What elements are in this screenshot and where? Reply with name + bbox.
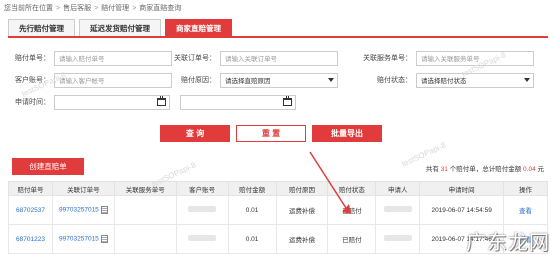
col-header: 申请人 — [375, 181, 421, 196]
col-header: 申请时间 — [419, 181, 505, 196]
order-no-label: 关联订单号： — [174, 55, 216, 62]
calendar-icon[interactable] — [283, 96, 292, 106]
annotation-arrow-icon — [309, 151, 351, 214]
tab-merchant-direct-compensation[interactable]: 商家直赔管理 — [165, 19, 232, 36]
query-button[interactable]: 查 询 — [160, 125, 230, 142]
compensation-no-label: 赔付单号： — [15, 55, 50, 62]
time-cell: 2019-06-07 14:54:59 — [419, 195, 505, 225]
export-button[interactable]: 批量导出 — [312, 125, 382, 142]
breadcrumb-item[interactable]: 售后客服 — [63, 3, 91, 13]
breadcrumb-item: 商家直赔查询 — [139, 5, 182, 12]
reason-label: 赔付原因： — [181, 77, 216, 84]
redacted-account — [188, 206, 217, 212]
col-header: 客户账号 — [175, 181, 229, 196]
redacted-applicant — [383, 235, 412, 241]
status-cell: 已赔付 — [327, 224, 377, 254]
chevron-down-icon — [328, 78, 334, 82]
status-label: 赔付状态： — [377, 77, 412, 84]
apply-time-start-input[interactable] — [54, 94, 170, 110]
service-no-cell — [113, 195, 177, 225]
view-link[interactable]: 查看 — [519, 208, 532, 215]
amount-cell: 0.01 — [227, 224, 277, 254]
col-header: 关联服务单号 — [113, 181, 177, 196]
customer-account-input[interactable]: 请输入客户帐号 — [54, 72, 172, 88]
compensation-no-input[interactable]: 请输入赔付单号 — [54, 50, 172, 66]
reset-button[interactable]: 重 置 — [236, 125, 306, 142]
reason-cell: 运费补偿 — [275, 224, 329, 254]
amount-cell: 0.01 — [227, 195, 277, 225]
breadcrumb: 您当前所在位置 > 售后客服 > 赔付管理 > 商家直赔查询 — [4, 3, 182, 13]
service-no-cell — [113, 224, 177, 254]
status-select[interactable]: 请选择赔付状态 — [416, 72, 534, 88]
service-no-label: 关联服务单号： — [363, 55, 412, 62]
tab-bar: 先行赔付管理 延迟发货赔付管理 商家直赔管理 — [8, 19, 548, 38]
document-icon[interactable] — [100, 206, 108, 214]
order-no-link[interactable]: 99703257015 — [59, 236, 99, 243]
create-compensation-button[interactable]: 创建直赔单 — [12, 158, 84, 175]
apply-time-label: 申请时间： — [15, 99, 50, 106]
order-no-link[interactable]: 99703257015 — [59, 207, 99, 214]
status-select-value: 请选择赔付状态 — [421, 78, 467, 85]
breadcrumb-item: 您当前所在位置 — [4, 5, 53, 12]
redacted-account — [188, 235, 217, 241]
document-icon[interactable] — [100, 235, 108, 243]
summary-text: 共有 31 个赔付单，总计赔付金额 0.04 元 — [425, 166, 544, 173]
tab-advance-compensation[interactable]: 先行赔付管理 — [8, 19, 75, 36]
summary-amount: 0.04 — [523, 166, 536, 173]
apply-time-end-input[interactable] — [180, 94, 296, 110]
table-header-row: 赔付单号 关联订单号 关联服务单号 客户账号 赔付金额 赔付原因 赔付状态 申请… — [8, 181, 548, 196]
col-header: 关联订单号 — [51, 181, 115, 196]
breadcrumb-item[interactable]: 赔付管理 — [101, 3, 129, 13]
chevron-down-icon — [524, 78, 530, 82]
col-header: 赔付单号 — [8, 181, 53, 196]
summary-count: 31 — [440, 166, 448, 173]
reason-select-value: 请选择直赔原因 — [225, 78, 271, 85]
col-header: 赔付金额 — [227, 181, 277, 196]
compensation-id-link[interactable]: 68701223 — [16, 236, 45, 243]
logo-watermark: 广东龙网 — [466, 230, 550, 254]
redacted-applicant — [383, 206, 412, 212]
compensation-id-link[interactable]: 68702537 — [16, 207, 45, 214]
table-row: 68702537 99703257015 0.01 运费补偿 已赔付 2019-… — [8, 195, 548, 225]
calendar-icon[interactable] — [157, 96, 166, 106]
reason-select[interactable]: 请选择直赔原因 — [220, 72, 338, 88]
tab-delay-shipping-compensation[interactable]: 延迟发货赔付管理 — [79, 19, 161, 36]
order-no-input[interactable]: 请输入关联订单号 — [220, 50, 338, 66]
col-header: 操作 — [503, 181, 548, 196]
